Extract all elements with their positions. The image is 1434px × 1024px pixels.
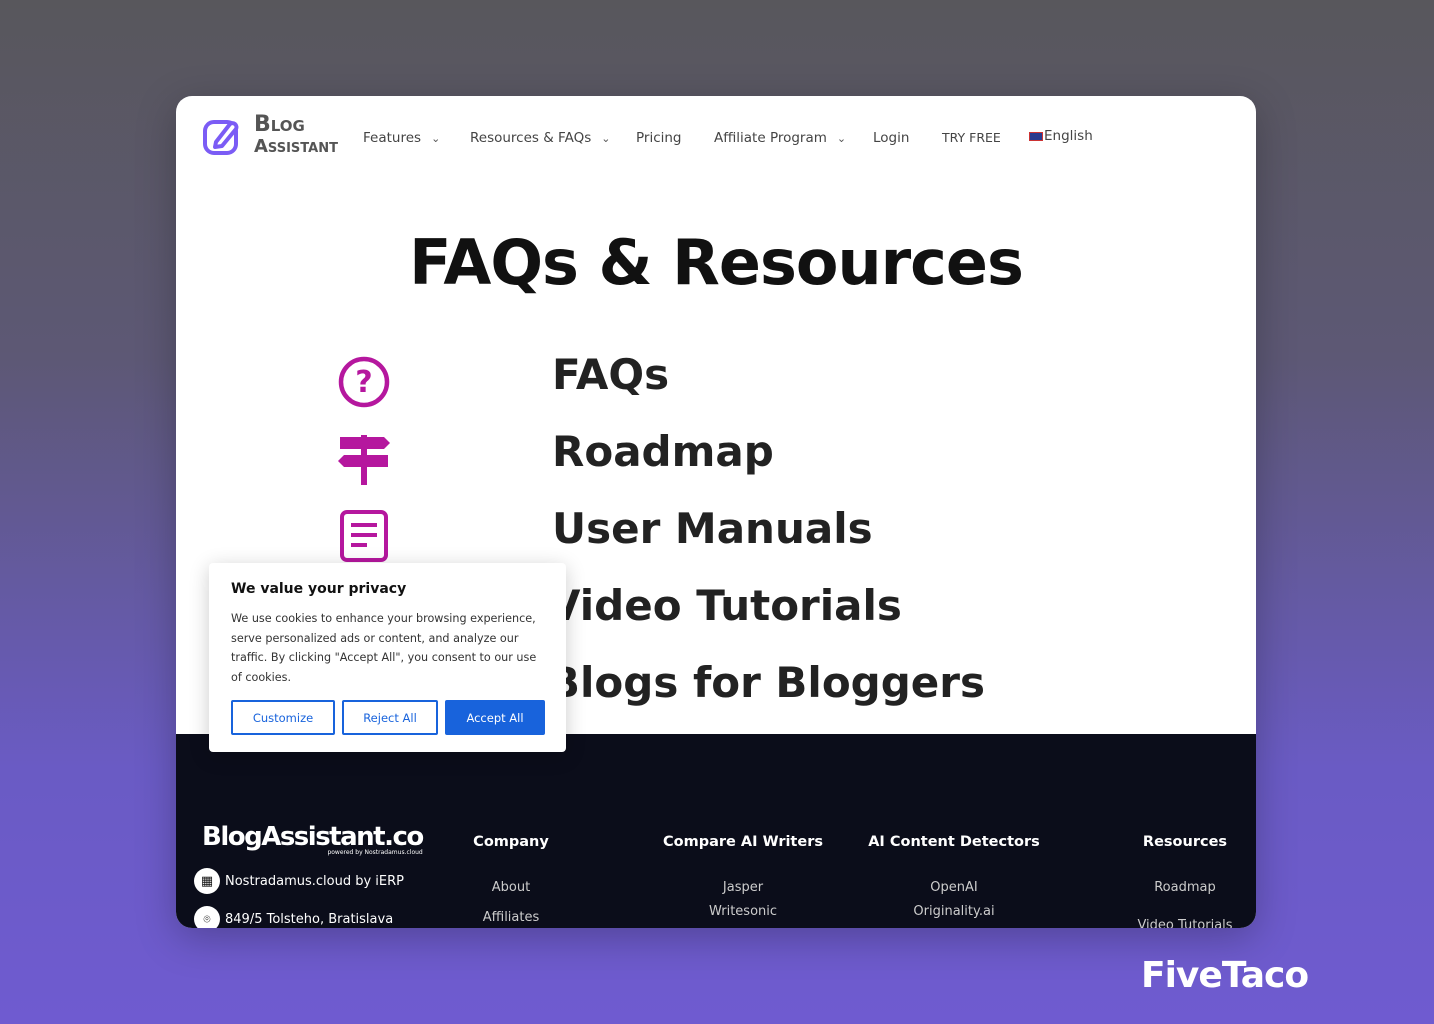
chevron-down-icon: ⌄ xyxy=(836,131,847,145)
footer-address: ⌾ 849/5 Tolsteho, Bratislava xyxy=(194,906,393,928)
nav-label: English xyxy=(1044,128,1093,144)
footer-brand-name: BlogAssistant.co xyxy=(202,822,424,852)
footer-brand[interactable]: BlogAssistant.co powered by Nostradamus.… xyxy=(202,822,424,856)
resource-video-tutorials[interactable]: Video Tutorials xyxy=(548,581,902,630)
logo-line2: Assistant xyxy=(254,136,338,157)
nav-resources[interactable]: Resources & FAQs ⌄ xyxy=(470,130,610,146)
pencil-logo-icon xyxy=(203,120,239,155)
question-circle-icon[interactable]: ? xyxy=(338,356,390,408)
footer-link[interactable]: Writesonic xyxy=(643,904,843,919)
chevron-down-icon: ⌄ xyxy=(601,131,611,145)
footer-link[interactable]: Jasper xyxy=(643,880,843,895)
resource-faqs[interactable]: FAQs xyxy=(552,350,669,399)
footer-company: ▦ Nostradamus.cloud by iERP xyxy=(194,868,404,894)
accept-all-button[interactable]: Accept All xyxy=(445,700,545,735)
browser-page: Blog Assistant Features ⌄ Resources & FAQs… xyxy=(176,96,1256,928)
nav-pricing[interactable]: Pricing xyxy=(636,130,682,146)
cookie-body: We use cookies to enhance your browsing … xyxy=(231,612,537,684)
resource-blogs[interactable]: Blogs for Bloggers xyxy=(548,658,985,707)
document-icon[interactable] xyxy=(338,510,390,562)
nav-label: Pricing xyxy=(636,130,682,146)
footer-link[interactable]: Roadmap xyxy=(1105,880,1256,895)
nav-affiliate[interactable]: Affiliate Program ⌄ xyxy=(714,130,846,146)
cookie-consent-dialog: We value your privacy We use cookies to … xyxy=(209,563,566,752)
chevron-down-icon: ⌄ xyxy=(431,131,441,145)
cookie-title: We value your privacy xyxy=(231,581,407,597)
company-name: Nostradamus.cloud by iERP xyxy=(225,873,404,889)
footer: BlogAssistant.co powered by Nostradamus.… xyxy=(176,734,1256,928)
footer-col-title: Resources xyxy=(1142,834,1228,850)
logo[interactable]: Blog Assistant xyxy=(202,114,338,158)
reject-all-button[interactable]: Reject All xyxy=(342,700,438,735)
nav-label: Resources & FAQs xyxy=(470,130,592,146)
footer-link[interactable]: Affiliates xyxy=(431,910,591,925)
nav-features[interactable]: Features ⌄ xyxy=(363,130,440,146)
resource-user-manuals[interactable]: User Manuals xyxy=(552,504,873,553)
footer-link[interactable]: Video Tutorials xyxy=(1105,918,1256,928)
nav-label: Affiliate Program xyxy=(714,130,827,146)
footer-link[interactable]: Originality.ai xyxy=(844,904,1064,919)
footer-link[interactable]: OpenAI xyxy=(844,880,1064,895)
nav-label: TRY FREE xyxy=(942,130,1001,145)
location-pin-icon: ⌾ xyxy=(194,906,220,928)
signpost-icon[interactable] xyxy=(338,433,390,485)
logo-line1: Blog xyxy=(254,112,305,137)
nav-label: Login xyxy=(873,130,910,146)
customize-button[interactable]: Customize xyxy=(231,700,335,735)
nav-try-free[interactable]: TRY FREE xyxy=(942,130,1001,145)
fivetaco-watermark: FiveTaco xyxy=(1141,955,1309,996)
nav-label: Features xyxy=(363,130,422,146)
svg-text:?: ? xyxy=(355,365,372,400)
building-icon: ▦ xyxy=(194,868,220,894)
footer-link[interactable]: About xyxy=(431,880,591,895)
top-nav: Blog Assistant Features ⌄ Resources & FAQs… xyxy=(176,96,1256,186)
nav-login[interactable]: Login xyxy=(873,130,909,146)
footer-col-title: AI Content Detectors xyxy=(868,834,1040,850)
address: 849/5 Tolsteho, Bratislava xyxy=(225,911,394,927)
footer-col-title: Company xyxy=(473,834,549,850)
page-title: FAQs & Resources xyxy=(409,226,1024,299)
resource-roadmap[interactable]: Roadmap xyxy=(552,427,774,476)
uk-flag-icon xyxy=(1029,131,1043,141)
footer-col-title: Compare AI Writers xyxy=(663,834,823,850)
language-selector[interactable]: English xyxy=(1029,128,1093,144)
